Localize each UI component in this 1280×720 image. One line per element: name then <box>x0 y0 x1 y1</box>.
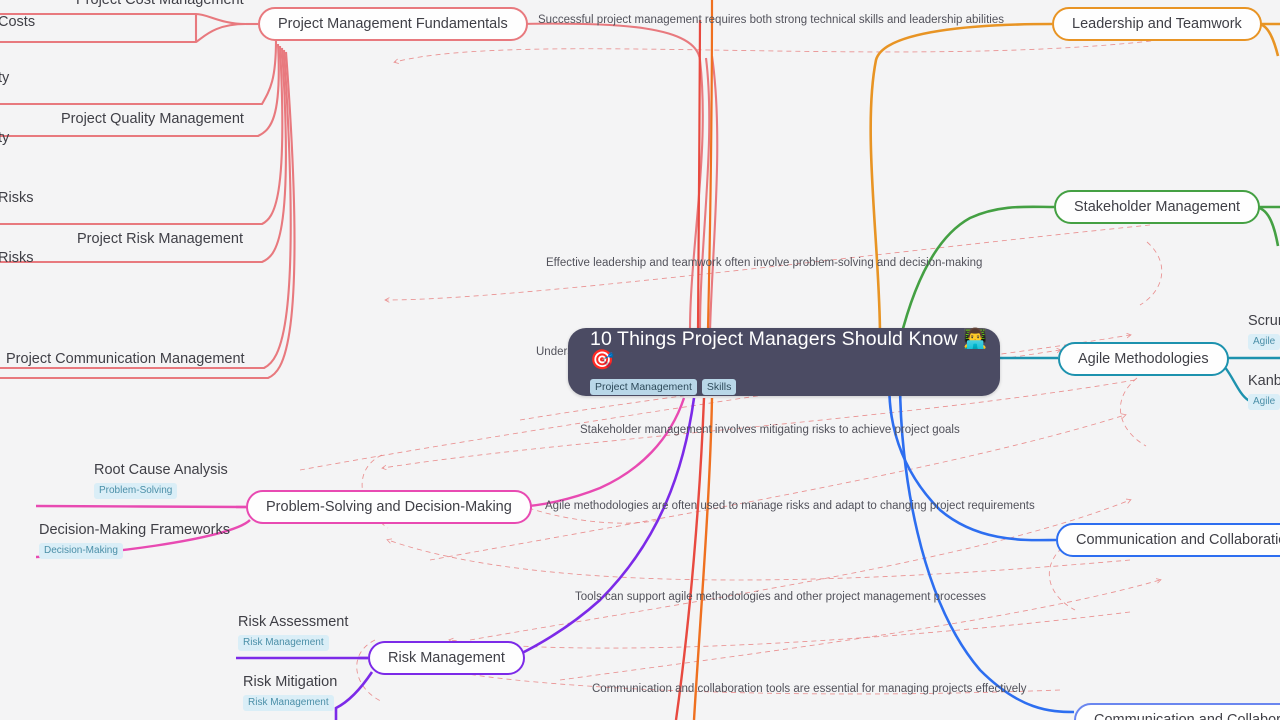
branch-label: Agile Methodologies <box>1078 351 1209 367</box>
branch-node-communication-tools[interactable]: Communication and Collaboration <box>1074 703 1280 720</box>
annotation-stakeholder-risks: Stakeholder management involves mitigati… <box>580 424 960 436</box>
center-tag[interactable]: Skills <box>701 378 737 396</box>
leaf-scrum[interactable]: Scrum Agile <box>1248 313 1280 351</box>
leaf-label: Risk Assessment <box>238 614 349 630</box>
leaf-project-communication-management[interactable]: Project Communication Management <box>6 351 245 368</box>
leaf-label: Project Quality Management <box>61 111 244 127</box>
leaf-kanban[interactable]: Kanban Agile <box>1248 373 1280 411</box>
branch-node-communication[interactable]: Communication and Collaboration <box>1056 523 1280 557</box>
leaf-risk-mitigation[interactable]: Risk Mitigation Risk Management <box>243 674 338 712</box>
annotation-technical-leadership: Successful project management requires b… <box>538 14 1004 26</box>
branch-node-problem-solving[interactable]: Problem-Solving and Decision-Making <box>246 490 532 524</box>
leaf-label: Project Cost Management <box>76 0 244 8</box>
leaf-decision-making-frameworks[interactable]: Decision-Making Frameworks Decision-Maki… <box>39 522 230 560</box>
leaf-label: Decision-Making Frameworks <box>39 522 230 538</box>
leaf-tag[interactable]: Agile <box>1248 334 1280 351</box>
center-node-title: 10 Things Project Managers Should Know 👨… <box>590 327 988 372</box>
branch-node-fundamentals[interactable]: Project Management Fundamentals <box>258 7 528 41</box>
leaf-label: Costs <box>0 14 36 30</box>
leaf-tag[interactable]: Decision-Making <box>39 543 123 560</box>
leaf-clipped-quality-a[interactable]: ty <box>0 70 9 87</box>
leaf-tag[interactable]: Risk Management <box>238 635 329 652</box>
annotation-tools-agile: Tools can support agile methodologies an… <box>575 591 987 603</box>
leaf-label: Project Communication Management <box>6 351 245 367</box>
leaf-tag[interactable]: Problem-Solving <box>94 483 178 500</box>
leaf-label: Risks <box>0 250 34 266</box>
branch-node-stakeholder[interactable]: Stakeholder Management <box>1054 190 1261 224</box>
leaf-clipped-costs[interactable]: Costs <box>0 14 35 31</box>
leaf-label: Risk Mitigation <box>243 674 338 690</box>
branch-label: Problem-Solving and Decision-Making <box>266 499 512 515</box>
branch-label: Communication and Collaboration <box>1094 712 1280 720</box>
leaf-label: Scrum <box>1248 313 1280 329</box>
leaf-risk-assessment[interactable]: Risk Assessment Risk Management <box>238 614 349 652</box>
leaf-root-cause-analysis[interactable]: Root Cause Analysis Problem-Solving <box>94 462 228 500</box>
branch-label: Risk Management <box>388 650 505 666</box>
branch-node-leadership[interactable]: Leadership and Teamwork <box>1052 7 1262 41</box>
center-node[interactable]: 10 Things Project Managers Should Know 👨… <box>568 328 1000 396</box>
mindmap-canvas[interactable]: 10 Things Project Managers Should Know 👨… <box>0 0 1280 720</box>
leaf-label: Root Cause Analysis <box>94 462 228 478</box>
branch-label: Project Management Fundamentals <box>278 16 508 32</box>
branch-label: Leadership and Teamwork <box>1072 16 1242 32</box>
leaf-label: ty <box>0 70 10 86</box>
branch-node-agile[interactable]: Agile Methodologies <box>1058 342 1229 376</box>
leaf-label: Risks <box>0 190 34 206</box>
center-node-tags: Project Management Skills <box>590 378 1000 396</box>
annotation-agile-risks: Agile methodologies are often used to ma… <box>545 500 1035 512</box>
leaf-tag[interactable]: Risk Management <box>243 695 334 712</box>
leaf-label: ty <box>0 130 10 146</box>
branch-label: Stakeholder Management <box>1074 199 1241 215</box>
center-tag[interactable]: Project Management <box>590 378 697 396</box>
branch-node-risk[interactable]: Risk Management <box>368 641 525 675</box>
leaf-clipped-quality-b[interactable]: ty <box>0 130 9 147</box>
leaf-clipped-risks-b[interactable]: Risks <box>0 250 33 287</box>
leaf-label: Kanban <box>1248 373 1280 389</box>
annotation-communication-tools: Communication and collaboration tools ar… <box>592 683 1027 695</box>
leaf-clipped-risks-a[interactable]: Risks <box>0 190 33 207</box>
leaf-label: Project Risk Management <box>77 231 244 247</box>
leaf-project-cost-management[interactable]: Project Cost Management <box>76 0 244 9</box>
leaf-project-risk-management[interactable]: Project Risk Management <box>77 231 243 248</box>
leaf-project-quality-management[interactable]: Project Quality Management <box>61 111 244 128</box>
leaf-tag[interactable]: Agile <box>1248 394 1280 411</box>
branch-label: Communication and Collaboration <box>1076 532 1280 548</box>
annotation-leadership-problem-solving: Effective leadership and teamwork often … <box>546 257 983 269</box>
